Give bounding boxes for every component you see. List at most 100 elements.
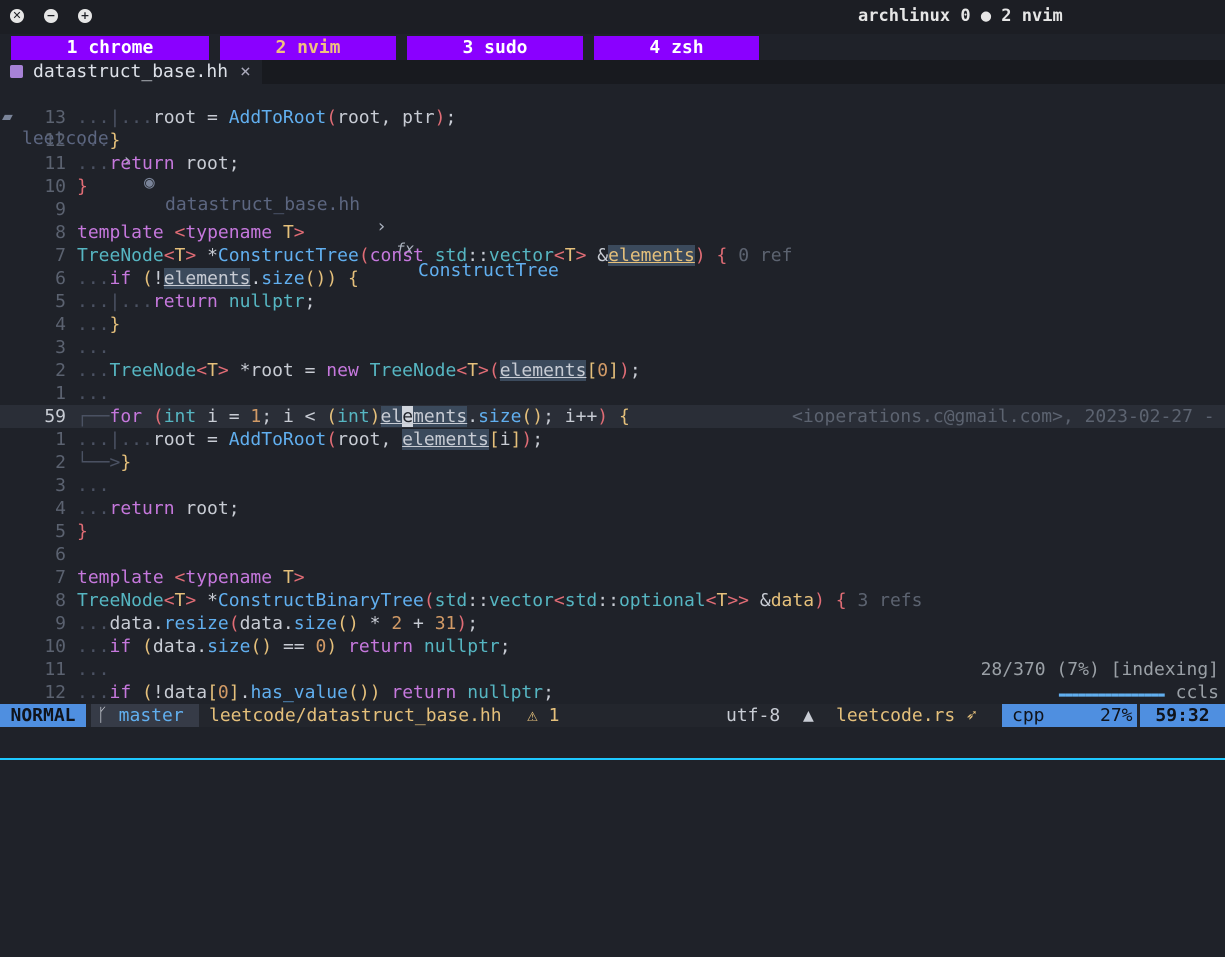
line-number: 5 — [55, 291, 66, 312]
code-text: ... — [77, 475, 110, 496]
buffer-tabbar: datastruct_base.hh × — [0, 60, 1225, 84]
line-number: 5 — [55, 521, 66, 542]
status-file-path: leetcode/datastruct_base.hh — [209, 705, 502, 726]
code-line: 8 TreeNode<T> *ConstructBinaryTree(std::v… — [0, 589, 1225, 612]
code-line: 2 └──>} — [0, 451, 1225, 474]
code-line: 4...} — [0, 313, 1225, 336]
code-line: 11 ...return root; — [0, 152, 1225, 175]
code-line: 6 — [0, 543, 1225, 566]
code-line: 8 template <typename T> — [0, 221, 1225, 244]
lsp-name: ccls — [1175, 682, 1219, 703]
code-line: 11... 28/370 (7%) [indexing] — [0, 658, 1225, 681]
line-number: 11 — [44, 153, 66, 174]
file-encoding: utf-8 — [726, 705, 781, 726]
code-text: ...if (data.size() == 0) return nullptr; — [77, 636, 511, 657]
file-icon — [10, 65, 23, 78]
code-line: 4 ...return root; — [0, 497, 1225, 520]
line-number: 9 — [55, 613, 66, 634]
linux-icon: ▲ — [803, 705, 814, 726]
maximize-window-icon[interactable]: + — [78, 9, 92, 23]
line-number: 12 — [44, 682, 66, 703]
code-line: 1 ...|...root = AddToRoot(root, elements[… — [0, 428, 1225, 451]
git-branch-icon: ᚴ — [97, 705, 119, 726]
cursor-position: 59:32 — [1140, 704, 1225, 727]
tmux-tab-chrome[interactable]: 1 chrome — [11, 36, 209, 60]
code-text: ... — [77, 337, 110, 358]
close-window-icon[interactable]: ✕ — [10, 9, 24, 23]
line-number: 10 — [44, 176, 66, 197]
code-text: ...return root; — [77, 153, 240, 174]
command-line[interactable] — [0, 727, 1225, 749]
code-text: template <typename T> — [77, 567, 305, 588]
code-text: ...|...root = AddToRoot(root, ptr); — [77, 107, 457, 128]
line-number: 8 — [55, 590, 66, 611]
line-number: 11 — [44, 659, 66, 680]
rocket-icon: ➶ — [966, 705, 977, 726]
buffer-tab-name: datastruct_base.hh — [33, 61, 229, 82]
line-number: 59 — [44, 406, 66, 427]
code-line: 1... — [0, 382, 1225, 405]
line-number: 9 — [55, 199, 66, 220]
code-line: 7 TreeNode<T> *ConstructTree(const std::v… — [0, 244, 1225, 267]
git-branch[interactable]: ᚴ master — [91, 704, 199, 727]
code-text: ...} — [77, 130, 121, 151]
statusline: NORMAL ᚴ master leetcode/datastruct_base… — [0, 704, 1225, 727]
line-number: 12 — [44, 130, 66, 151]
code-text: } — [77, 521, 88, 542]
code-text: } — [77, 176, 88, 197]
git-blame: <ioperations.c@gmail.com>, 2023-02-27 - — [792, 406, 1215, 427]
code-line: 12...} — [0, 129, 1225, 152]
scroll-percent: 27% — [1100, 705, 1133, 726]
code-text: ... — [77, 659, 110, 680]
lsp-progress-bar: ▬▬▬▬▬▬▬▬▬▬▬▬▬▬▬▬ — [1058, 688, 1165, 701]
line-number: 3 — [55, 475, 66, 496]
tmux-tabbar: 1 chrome 2 nvim 3 sudo 4 zsh — [0, 36, 1225, 60]
code-line: 2 ...TreeNode<T> *root = new TreeNode<T>(… — [0, 359, 1225, 382]
line-number: 2 — [55, 452, 66, 473]
code-text: ...if (!elements.size()) { — [77, 268, 359, 289]
code-line: 7 template <typename T> — [0, 566, 1225, 589]
tmux-tab-nvim[interactable]: 2 nvim — [220, 36, 396, 60]
code-line: 9 ...data.resize(data.size() * 2 + 31); — [0, 612, 1225, 635]
line-number: 7 — [55, 245, 66, 266]
line-number: 6 — [55, 544, 66, 565]
code-line: 3... — [0, 474, 1225, 497]
line-number: 6 — [55, 268, 66, 289]
line-number: 8 — [55, 222, 66, 243]
code-line: 10} — [0, 175, 1225, 198]
reference-count[interactable]: 0 ref — [738, 245, 792, 266]
line-number: 3 — [55, 337, 66, 358]
diagnostics-warnings[interactable]: ⚠ 1 — [527, 704, 560, 727]
code-editor[interactable]: 13 ...|...root = AddToRoot(root, ptr); 12… — [0, 106, 1225, 704]
code-text: ...|...return nullptr; — [77, 291, 316, 312]
window-titlebar: ✕ − + archlinux 0 ● 2 nvim — [0, 0, 1225, 34]
code-text: ┌──for (int i = 1; i < (int)elements.siz… — [77, 406, 630, 427]
close-buffer-icon[interactable]: × — [240, 60, 251, 84]
tmux-tab-sudo[interactable]: 3 sudo — [407, 36, 583, 60]
project-name: leetcode.rs — [836, 705, 956, 726]
code-line: 13 ...|...root = AddToRoot(root, ptr); — [0, 106, 1225, 129]
filetype: cpp 27% — [1002, 704, 1137, 727]
line-number: 1 — [55, 429, 66, 450]
code-line: 5} — [0, 520, 1225, 543]
line-number: 4 — [55, 314, 66, 335]
breadcrumb: ▰ leetcode › ◉ datastruct_base.hh › fx C… — [0, 84, 1225, 281]
line-number: 2 — [55, 360, 66, 381]
code-text: TreeNode<T> *ConstructTree(const std::ve… — [77, 245, 793, 266]
minimize-window-icon[interactable]: − — [44, 9, 58, 23]
code-text: ...|...root = AddToRoot(root, elements[i… — [77, 429, 544, 450]
tmux-tab-zsh[interactable]: 4 zsh — [594, 36, 759, 60]
buffer-tab[interactable]: datastruct_base.hh × — [0, 60, 262, 84]
line-number: 4 — [55, 498, 66, 519]
line-number: 1 — [55, 383, 66, 404]
reference-count[interactable]: 3 refs — [857, 590, 922, 611]
code-line: 5 ...|...return nullptr; — [0, 290, 1225, 313]
cursor-line: 59 ┌──for (int i = 1; i < (int)elements.s… — [0, 405, 1225, 428]
code-text: ...} — [77, 314, 121, 335]
mode-indicator: NORMAL — [0, 704, 86, 727]
code-text: └──>} — [77, 452, 132, 473]
lsp-progress: 28/370 (7%) [indexing] — [980, 659, 1219, 680]
code-text: TreeNode<T> *ConstructBinaryTree(std::ve… — [77, 590, 923, 611]
line-number: 7 — [55, 567, 66, 588]
line-number: 13 — [44, 107, 66, 128]
